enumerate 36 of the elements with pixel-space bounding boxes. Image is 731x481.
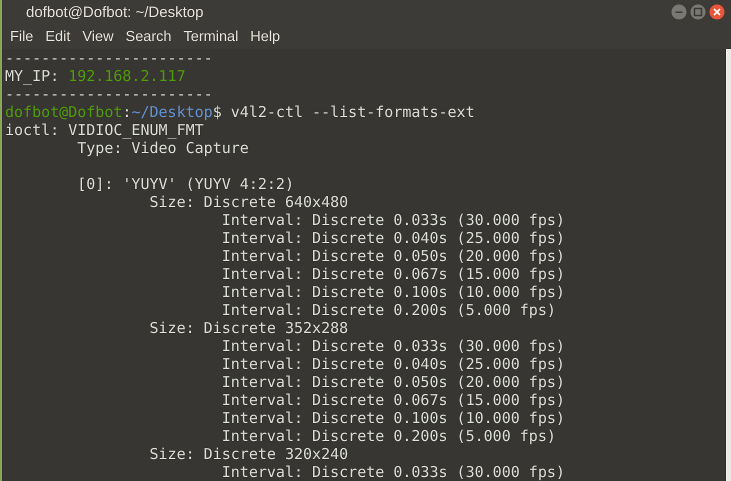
terminal-text: Interval: Discrete 0.200s (5.000 fps) [220, 427, 556, 445]
minimize-button[interactable] [671, 4, 687, 20]
prompt-path: ~/Desktop [131, 103, 213, 121]
terminal-text: ----------------------- [5, 85, 213, 103]
terminal-text: Type: Video Capture [76, 139, 249, 157]
menu-item[interactable]: View [76, 28, 120, 44]
menu-item[interactable]: Edit [39, 28, 76, 44]
terminal-text: Interval: Discrete 0.050s (20.000 fps) [220, 247, 565, 265]
terminal-text: ioctl: VIDIOC_ENUM_FMT [5, 121, 204, 139]
terminal-text: Interval: Discrete 0.050s (20.000 fps) [220, 373, 565, 391]
terminal-text: Size: Discrete 640x480 [148, 193, 348, 211]
terminal-text: ----------------------- [5, 49, 213, 67]
terminal-text: Interval: Discrete 0.100s (10.000 fps) [220, 283, 565, 301]
menu-item[interactable]: Search [120, 28, 178, 44]
terminal-text: Interval: Discrete 0.040s (25.000 fps) [220, 355, 565, 373]
terminal-text: Interval: Discrete 0.100s (10.000 fps) [220, 409, 565, 427]
terminal-text: Interval: Discrete 0.040s (25.000 fps) [220, 229, 565, 247]
terminal-text: $ v4l2-ctl --list-formats-ext [212, 103, 475, 121]
menu-item[interactable]: Terminal [178, 28, 244, 44]
ip-address: 192.168.2.117 [68, 67, 186, 85]
terminal-text: Interval: Discrete 0.033s (30.000 fps) [220, 211, 565, 229]
terminal-text: Interval: Discrete 0.200s (5.000 fps) [220, 301, 556, 319]
prompt-user: dofbot@Dofbot [5, 103, 122, 121]
terminal-text: Size: Discrete 352x288 [148, 319, 348, 337]
terminal-text: Interval: Discrete 0.033s (30.000 fps) [220, 463, 565, 481]
terminal-text: Interval: Discrete 0.067s (15.000 fps) [220, 265, 565, 283]
terminal-text: MY_IP: [5, 67, 60, 85]
terminal-text: Interval: Discrete 0.033s (30.000 fps) [220, 337, 565, 355]
terminal-text: [0]: 'YUYV' (YUYV 4:2:2) [76, 175, 294, 193]
close-button[interactable] [709, 4, 725, 20]
menu-item[interactable]: Help [244, 28, 286, 44]
menu-item[interactable]: File [4, 28, 40, 44]
terminal-text: : [122, 103, 132, 121]
terminal-text: Interval: Discrete 0.067s (15.000 fps) [220, 391, 565, 409]
terminal-text: Size: Discrete 320x240 [148, 445, 348, 463]
window-title: dofbot@Dofbot: ~/Desktop [26, 4, 204, 20]
